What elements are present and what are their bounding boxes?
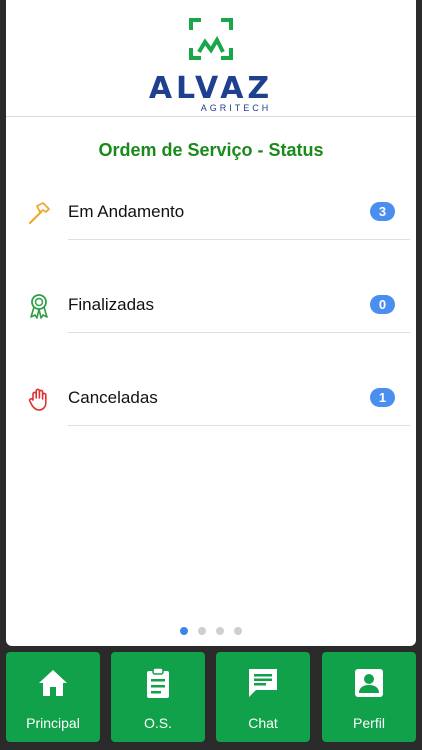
status-row-em-andamento[interactable]: Em Andamento 3 [6, 188, 416, 240]
tab-label: O.S. [143, 715, 172, 731]
status-label: Em Andamento [68, 202, 185, 221]
status-row-canceladas[interactable]: Canceladas 1 [6, 374, 416, 426]
header-divider [6, 116, 416, 117]
award-ribbon-icon [30, 294, 48, 319]
app-screen: ALVAZ AGRITECH Ordem de Serviço - Status… [6, 0, 416, 646]
tab-principal[interactable]: Principal [6, 652, 100, 742]
alvaz-logo-mark-icon [189, 18, 233, 60]
tab-perfil[interactable]: Perfil [322, 652, 416, 742]
page-title: Ordem de Serviço - Status [98, 140, 324, 160]
status-label: Canceladas [68, 388, 158, 407]
tab-chat[interactable]: Chat [216, 652, 310, 742]
status-count-badge: 3 [370, 202, 395, 221]
tab-os[interactable]: O.S. [111, 652, 205, 742]
hammer-icon [28, 202, 50, 225]
status-count-badge: 1 [370, 388, 395, 407]
page-dot[interactable] [198, 627, 206, 635]
clipboard-icon [147, 667, 169, 698]
page-dot[interactable] [234, 627, 242, 635]
row-divider [68, 332, 410, 333]
tab-label: Perfil [353, 715, 385, 731]
row-divider [68, 239, 410, 240]
chat-icon [249, 669, 277, 697]
row-divider [68, 425, 410, 426]
status-label: Finalizadas [68, 295, 154, 314]
profile-icon [355, 669, 383, 697]
status-count-badge: 0 [370, 295, 395, 314]
home-icon [39, 670, 67, 696]
logo-tagline: AGRITECH [200, 103, 272, 113]
status-row-finalizadas[interactable]: Finalizadas 0 [6, 281, 416, 333]
stop-hand-icon [28, 388, 47, 411]
logo-wordmark: ALVAZ [148, 71, 274, 106]
page-indicator [6, 627, 416, 635]
app-logo: ALVAZ AGRITECH [6, 12, 416, 113]
tab-label: Principal [26, 715, 80, 731]
tab-label: Chat [248, 715, 278, 731]
page-dot-active[interactable] [180, 627, 188, 635]
bottom-tab-bar: Principal O.S. Chat Perfil [0, 646, 422, 750]
page-dot[interactable] [216, 627, 224, 635]
